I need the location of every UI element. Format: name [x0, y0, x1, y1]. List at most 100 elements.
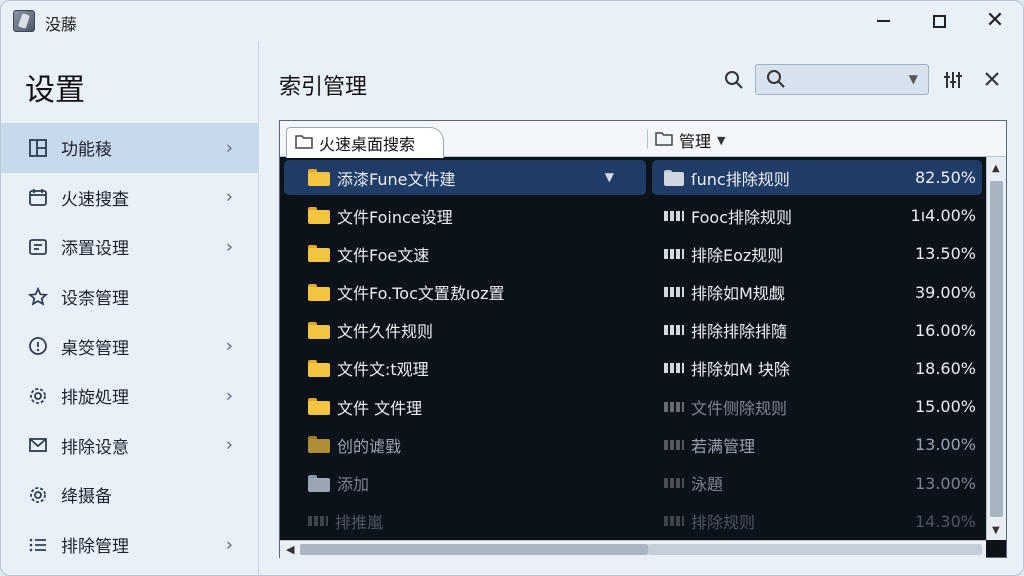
search-icon: [766, 69, 786, 94]
percentage: 82.50%: [914, 168, 976, 187]
chevron-right-icon: ›: [225, 137, 233, 159]
folder-cell[interactable]: 排推嵐: [284, 504, 646, 539]
rule-name: 若满管理: [691, 436, 756, 456]
folder-cell[interactable]: 文件 文件理: [284, 389, 646, 424]
scroll-left-icon[interactable]: ◀: [286, 543, 294, 556]
close-window-button[interactable]: ✕: [968, 1, 1022, 41]
percentage: 14.30%: [914, 511, 976, 531]
rule-icon: [664, 399, 684, 415]
scrollbar-track[interactable]: [648, 544, 982, 555]
folder-cell[interactable]: 文件Foince设理: [284, 198, 646, 233]
folder-cell[interactable]: 文件文:t观理: [284, 351, 646, 386]
sidebar-item-label: 桌筊管理: [61, 338, 129, 359]
chevron-right-icon: ›: [225, 186, 233, 208]
manage-dropdown[interactable]: 管理 ▼: [655, 127, 725, 153]
tab-quick-desktop-search[interactable]: 火速桌面搜索: [286, 127, 444, 158]
search-input-box[interactable]: ▼: [755, 64, 929, 95]
folder-cell[interactable]: 添漆Fune文件建 ▼: [284, 160, 646, 195]
scroll-down-icon[interactable]: ▼: [992, 525, 1000, 536]
rule-cell[interactable]: 文件侧除规则 15.00%: [652, 389, 982, 424]
list-item[interactable]: 文件Foe文速 排除Eoz规则 13.50%: [280, 235, 986, 273]
horizontal-scrollbar[interactable]: ◀: [280, 540, 986, 558]
filter-settings-button[interactable]: [939, 67, 967, 93]
chevron-right-icon: ›: [225, 236, 233, 258]
sidebar-item-label: 排除管理: [61, 537, 129, 558]
rule-cell[interactable]: 排除如M规觑 39.00%: [652, 275, 982, 310]
chevron-down-icon: ▼: [717, 133, 726, 147]
list-item[interactable]: 添漆Fune文件建 ▼ ſunc排除规则 82.50%: [280, 159, 986, 197]
folder-icon: [308, 359, 330, 377]
window-title: 没藤: [45, 15, 78, 34]
sidebar-item-device-management[interactable]: 设柰管理: [1, 272, 259, 322]
rule-cell[interactable]: 排除Eoz规则 13.50%: [652, 236, 982, 271]
folder-cell[interactable]: 文件Fo.Toc文置敖ıoz置: [284, 275, 646, 310]
search-icon[interactable]: [721, 67, 747, 93]
rule-name: 排除如M 块除: [691, 360, 790, 380]
close-panel-button[interactable]: [979, 65, 1005, 93]
folder-cell[interactable]: 文件久件规则: [284, 313, 646, 348]
rule-name: Fooc排除规则: [691, 207, 793, 227]
rule-icon: [664, 513, 684, 529]
scroll-up-icon[interactable]: ▲: [992, 163, 1000, 174]
list-item[interactable]: 添加 泳題 13.00%: [280, 465, 986, 503]
folder-cell[interactable]: 添加: [284, 466, 646, 501]
maximize-button[interactable]: [912, 1, 966, 41]
rule-cell[interactable]: 若满管理 13.00%: [652, 427, 982, 462]
folder-icon: [308, 207, 330, 225]
list-item[interactable]: 文件文:t观理 排除如M 块除 18.60%: [280, 350, 986, 388]
list-icon: [27, 534, 49, 556]
search-input[interactable]: [792, 69, 902, 91]
percentage: 39.00%: [914, 282, 976, 302]
chevron-right-icon: ›: [225, 335, 233, 357]
sidebar-item-processing[interactable]: 排旋処理 ›: [1, 371, 259, 421]
rule-cell[interactable]: 泳題 13.00%: [652, 466, 982, 501]
folder-cell[interactable]: 创的谑戥: [284, 427, 646, 462]
scrollbar-thumb[interactable]: [990, 181, 1003, 517]
folder-icon: [308, 283, 330, 301]
percentage: 13.00%: [914, 473, 976, 493]
sidebar-item-features[interactable]: 功能稜 ›: [1, 123, 259, 173]
sidebar-item-label: 绛摄备: [61, 487, 112, 508]
settings-window: 没藤 ✕ 设置 功能稜 › 火速搜査 › 添置设理 › 设柰管理 桌筊管理 › …: [0, 0, 1024, 576]
sidebar-item-exclusion-management[interactable]: 排除管理 ›: [1, 520, 259, 570]
rule-cell[interactable]: Fooc排除规则 1ı4.00%: [652, 198, 982, 233]
sidebar-item-label: 设柰管理: [61, 289, 129, 310]
rule-name: 排除如M规觑: [691, 284, 785, 304]
rule-cell[interactable]: 排除规则 14.30%: [652, 504, 982, 539]
chevron-down-icon[interactable]: ▼: [909, 72, 918, 86]
scrollbar-thumb[interactable]: [300, 544, 648, 555]
list-panel-icon: [27, 236, 49, 258]
list-item[interactable]: 文件Fo.Toc文置敖ıoz置 排除如M规觑 39.00%: [280, 274, 986, 312]
folder-outline-icon: [295, 134, 313, 153]
rule-cell[interactable]: ſunc排除规则 82.50%: [652, 160, 982, 195]
sidebar-item-label: 火速搜査: [61, 189, 129, 210]
vertical-scrollbar[interactable]: ▲ ▼: [986, 157, 1006, 540]
list-item[interactable]: 文件Foince设理 Fooc排除规则 1ı4.00%: [280, 197, 986, 235]
sidebar-title: 设置: [25, 73, 85, 108]
list-item[interactable]: 文件 文件理 文件侧除规则 15.00%: [280, 388, 986, 426]
folder-icon: [308, 321, 330, 339]
rule-name: 文件侧除规则: [691, 398, 788, 418]
tab-divider: [647, 129, 648, 149]
sidebar-item-desktop-management[interactable]: 桌筊管理 ›: [1, 321, 259, 371]
chevron-right-icon: ›: [225, 385, 233, 407]
rule-cell[interactable]: 排除排除排隨 16.00%: [652, 313, 982, 348]
list-item[interactable]: 排推嵐 排除规则 14.30%: [280, 503, 986, 541]
folder-cell[interactable]: 文件Foe文速: [284, 236, 646, 271]
list-item[interactable]: 文件久件规则 排除排除排隨 16.00%: [280, 312, 986, 350]
sidebar-item-add-settings[interactable]: 添置设理 ›: [1, 222, 259, 272]
folder-name: 文件文:t观理: [337, 360, 429, 380]
list-item[interactable]: 创的谑戥 若满管理 13.00%: [280, 426, 986, 464]
rule-cell[interactable]: 排除如M 块除 18.60%: [652, 351, 982, 386]
gear-icon: [27, 385, 49, 407]
minimize-button[interactable]: [856, 1, 910, 41]
sidebar-item-exclusion-settings[interactable]: 排除设意 ›: [1, 421, 259, 471]
manage-label: 管理: [679, 132, 712, 151]
rule-icon: [664, 284, 684, 300]
maximize-icon: [932, 14, 946, 28]
sidebar-item-backup[interactable]: 绛摄备: [1, 470, 259, 520]
folder-name: 文件 文件理: [337, 398, 423, 418]
chevron-down-icon[interactable]: ▼: [605, 170, 614, 184]
sidebar-item-quick-search[interactable]: 火速搜査 ›: [1, 173, 259, 223]
panel-tab-bar: 火速桌面搜索 管理 ▼: [280, 121, 1006, 158]
